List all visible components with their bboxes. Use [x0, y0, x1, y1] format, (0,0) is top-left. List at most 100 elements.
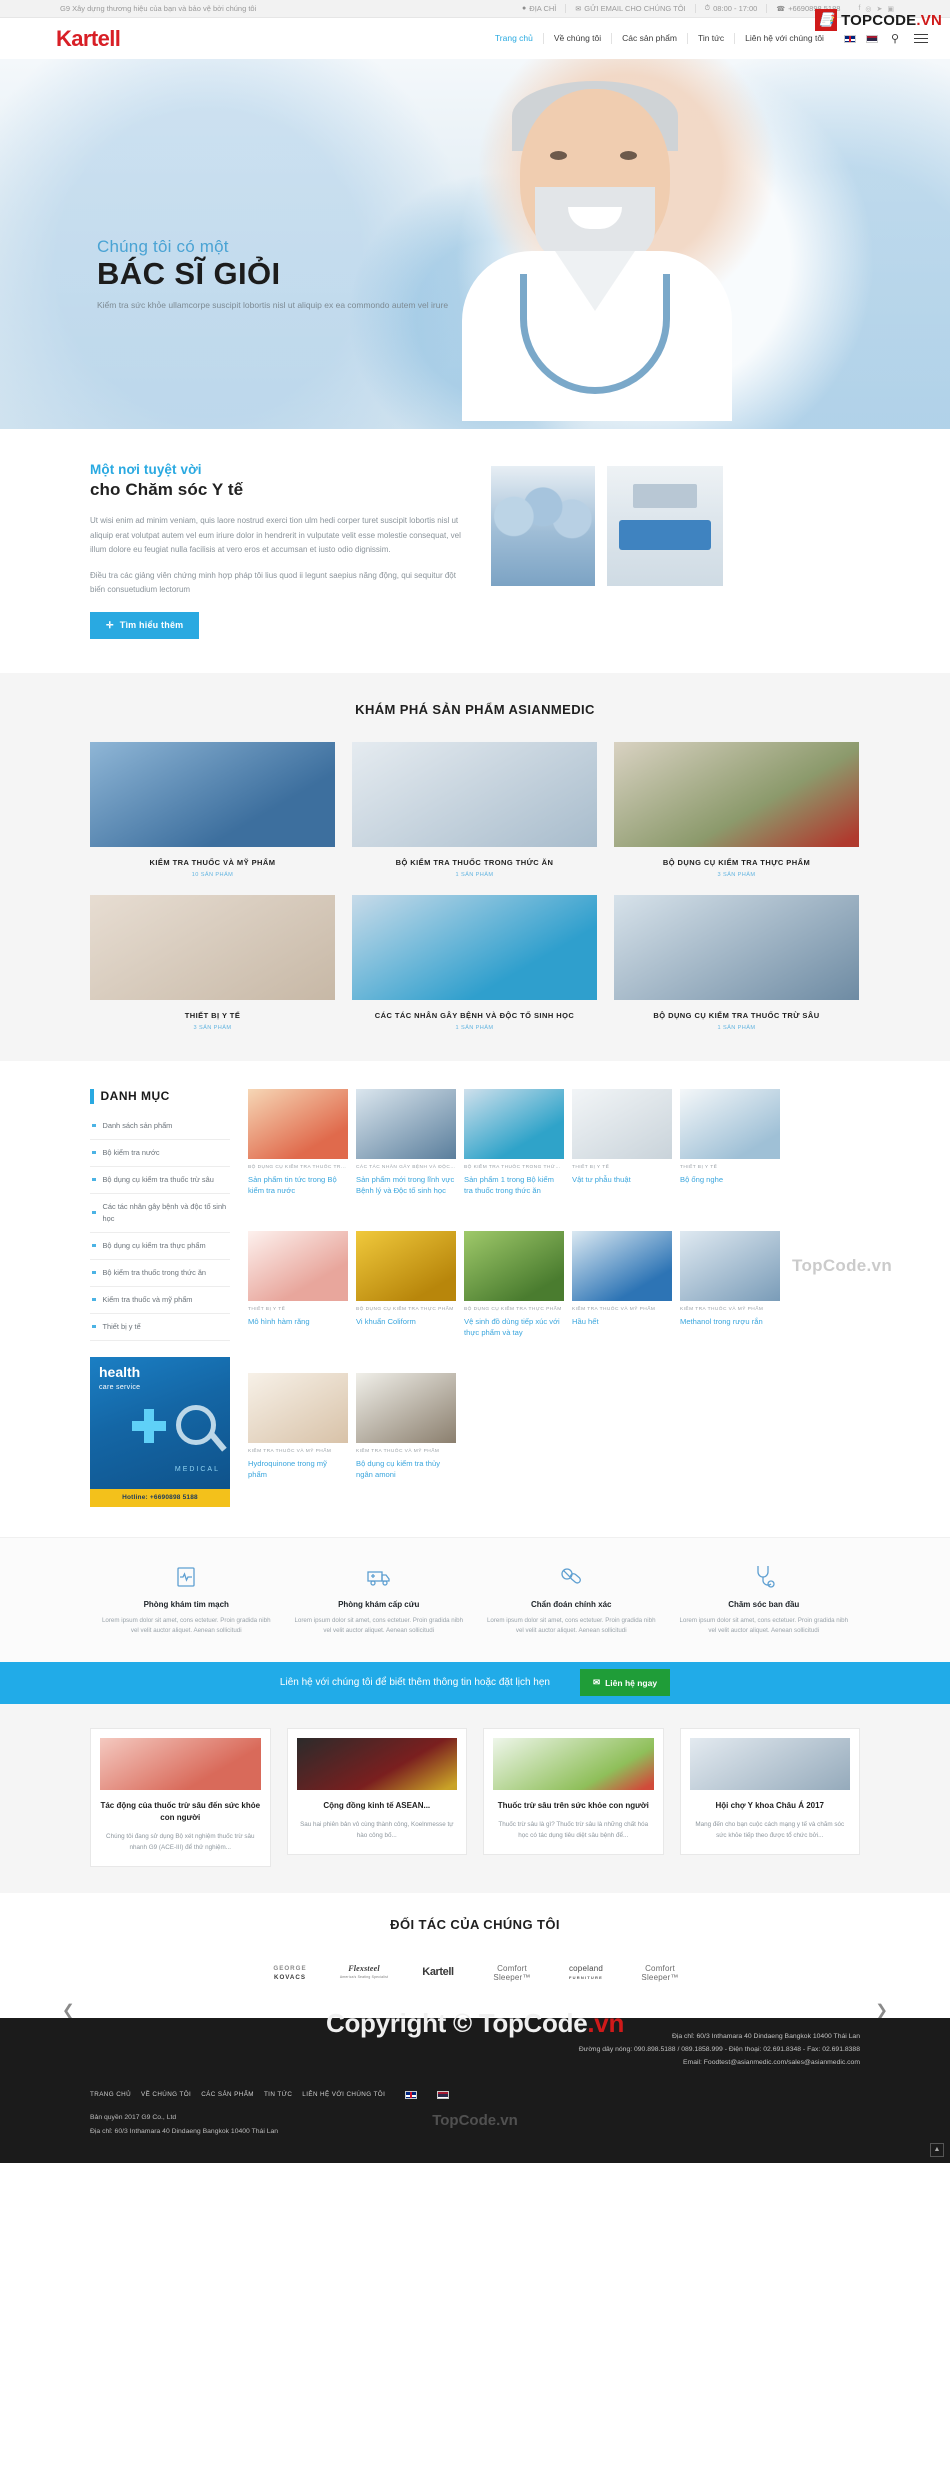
footer-nav-about[interactable]: VỀ CHÚNG TÔI — [141, 2091, 191, 2098]
language-flag-th-icon[interactable] — [437, 2090, 450, 2099]
partner-logo-comfort-sleeper[interactable]: Comfort Sleeper™ — [481, 1953, 543, 1992]
category-card[interactable]: BỘ DỤNG CỤ KIỂM TRA THUỐC TRỪ SÂU 1 SẢN … — [614, 894, 859, 1031]
contact-now-button[interactable]: ✉ Liên hệ ngay — [579, 1669, 671, 1696]
category-thumbnail — [614, 894, 859, 1000]
product-card[interactable]: THIẾT BỊ Y TẾ Bộ ống nghe — [680, 1088, 780, 1223]
sidebar-item-drug-cosmetics[interactable]: Kiểm tra thuốc và mỹ phẩm — [90, 1287, 230, 1314]
hero-kicker: Chúng tôi có một — [97, 237, 229, 256]
partner-logo-line2: America's Seating Specialist — [339, 1974, 389, 1979]
product-card[interactable]: THIẾT BỊ Y TẾ Vật tư phẫu thuật — [572, 1088, 672, 1223]
hero-text-block: Chúng tôi có một BÁC SĨ GIỎI Kiểm tra sứ… — [97, 237, 517, 313]
product-name[interactable]: Bộ dụng cụ kiểm tra thủy ngân amoni — [356, 1458, 456, 1480]
news-card[interactable]: Cộng đồng kinh tế ASEAN... Sau hai phiên… — [286, 1727, 467, 1855]
scroll-to-top-button[interactable]: ▲ — [930, 2142, 944, 2157]
product-card[interactable]: THIẾT BỊ Y TẾ Mô hình hàm răng — [248, 1230, 348, 1365]
partners-section: ĐỐI TÁC CỦA CHÚNG TÔI ❮ ❯ GEORGE KOVACS … — [0, 1892, 950, 2019]
language-flag-en-icon[interactable] — [843, 34, 856, 43]
site-logo[interactable]: Kartell — [56, 26, 121, 52]
product-card[interactable]: KIỂM TRA THUỐC VÀ MỸ PHẨM Hầu hết — [572, 1230, 672, 1365]
sidebar-item-label: Các tác nhân gây bệnh và độc tố sinh học — [102, 1201, 227, 1223]
partner-logo-line1: Comfort — [497, 1963, 527, 1973]
language-flag-en-icon[interactable] — [405, 2090, 418, 2099]
search-icon[interactable]: ⚲ — [891, 32, 899, 45]
product-card[interactable]: BỘ DỤNG CỤ KIỂM TRA THUỐC TR... Sản phẩm… — [248, 1088, 348, 1223]
category-card[interactable]: CÁC TÁC NHÂN GÂY BỆNH VÀ ĐỘC TỐ SINH HỌC… — [352, 894, 597, 1031]
product-card[interactable]: KIỂM TRA THUỐC VÀ MỸ PHẨM Methanol trong… — [680, 1230, 780, 1365]
partner-logo-line1: copeland — [568, 1963, 604, 1973]
partner-logo-george-kovacs[interactable]: GEORGE KOVACS — [259, 1953, 321, 1992]
category-thumbnail — [90, 894, 335, 1000]
news-title[interactable]: Hội chợ Y khoa Châu Á 2017 — [690, 1800, 851, 1812]
partner-logo-comfort-sleeper-2[interactable]: Comfort Sleeper™ — [629, 1953, 691, 1992]
product-card[interactable]: BỘ DỤNG CỤ KIỂM TRA THỰC PHẨM Vi khuẩn C… — [356, 1230, 456, 1365]
partner-logo-kartell[interactable]: Kartell — [407, 1953, 469, 1992]
product-card[interactable]: KIỂM TRA THUỐC VÀ MỸ PHẨM Hydroquinone t… — [248, 1372, 348, 1507]
learn-more-button[interactable]: ✛ Tìm hiểu thêm — [90, 611, 200, 639]
product-name[interactable]: Sản phẩm 1 trong Bộ kiểm tra thuốc trong… — [464, 1174, 564, 1196]
category-card[interactable]: KIỂM TRA THUỐC VÀ MỸ PHẨM 10 SẢN PHẨM — [90, 741, 335, 878]
nav-item-home[interactable]: Trang chủ — [485, 33, 543, 44]
product-name[interactable]: Methanol trong rượu rắn — [680, 1316, 780, 1327]
product-name[interactable]: Hầu hết — [572, 1316, 672, 1327]
category-name: KIỂM TRA THUỐC VÀ MỸ PHẨM — [149, 857, 276, 867]
bullet-icon — [92, 1324, 96, 1329]
product-name[interactable]: Sản phẩm mới trong lĩnh vực Bệnh lý và Đ… — [356, 1174, 456, 1196]
product-name[interactable]: Vệ sinh đồ dùng tiếp xúc với thực phẩm v… — [464, 1316, 564, 1338]
envelope-icon: ✉ — [592, 1677, 601, 1687]
partner-logo-flexsteel[interactable]: Flexsteel America's Seating Specialist — [333, 1953, 395, 1992]
footer-contact-block: Địa chỉ: 60/3 Inthamara 40 Dindaeng Bang… — [90, 2030, 860, 2069]
product-name[interactable]: Bộ ống nghe — [680, 1174, 780, 1185]
product-name[interactable]: Vi khuẩn Coliform — [356, 1316, 456, 1327]
nav-item-news[interactable]: Tin tức — [686, 33, 734, 44]
news-card[interactable]: Tác động của thuốc trừ sâu đến sức khỏe … — [90, 1727, 271, 1867]
product-card[interactable]: BỘ KIỂM TRA THUỐC TRONG THỨC... Sản phẩm… — [464, 1088, 564, 1223]
nav-item-contact[interactable]: Liên hệ với chúng tôi — [734, 33, 834, 44]
accent-bar-icon — [90, 1088, 94, 1104]
sidebar-item-drug-in-food[interactable]: Bộ kiểm tra thuốc trong thức ăn — [90, 1260, 230, 1287]
product-name[interactable]: Vật tư phẫu thuật — [572, 1174, 672, 1185]
news-card[interactable]: Hội chợ Y khoa Châu Á 2017 Mang đến cho … — [679, 1727, 860, 1855]
footer-nav-news[interactable]: TIN TỨC — [264, 2091, 292, 2098]
news-title[interactable]: Thuốc trừ sâu trên sức khỏe con người — [493, 1800, 654, 1812]
topbar-address[interactable]: ● ĐỊA CHỈ — [513, 4, 565, 13]
partners-title: ĐỐI TÁC CỦA CHÚNG TÔI — [390, 1916, 560, 1932]
chevron-right-icon[interactable]: ❯ — [875, 2001, 888, 2019]
partner-logo-copeland[interactable]: copeland FURNITURE — [555, 1953, 617, 1992]
product-thumbnail — [464, 1088, 564, 1159]
footer-nav-home[interactable]: TRANG CHỦ — [90, 2091, 131, 2098]
product-card[interactable]: CÁC TÁC NHÂN GÂY BỆNH VÀ ĐỘC ... Sản phẩ… — [356, 1088, 456, 1223]
product-card[interactable]: BỘ DỤNG CỤ KIỂM TRA THỰC PHẨM Vệ sinh đồ… — [464, 1230, 564, 1365]
language-flag-th-icon[interactable] — [865, 34, 878, 43]
footer-copyright: Bản quyền 2017 G9 Co., Ltd — [90, 2113, 177, 2121]
sidebar-item-medical-equipment[interactable]: Thiết bị y tế — [90, 1314, 230, 1341]
news-thumbnail — [100, 1737, 261, 1790]
category-card[interactable]: BỘ DỤNG CỤ KIỂM TRA THỰC PHẨM 3 SẢN PHẨM — [614, 741, 859, 878]
news-card[interactable]: Thuốc trừ sâu trên sức khỏe con người Th… — [483, 1727, 664, 1855]
sidebar-item-label: Bộ dụng cụ kiểm tra thuốc trừ sâu — [102, 1174, 214, 1184]
footer-nav-contact[interactable]: LIÊN HỆ VỚI CHÚNG TÔI — [302, 2091, 385, 2098]
chevron-left-icon[interactable]: ❮ — [62, 2001, 75, 2019]
sidebar-item-all[interactable]: Danh sách sản phẩm — [90, 1113, 230, 1140]
product-name[interactable]: Mô hình hàm răng — [248, 1316, 348, 1327]
product-name[interactable]: Hydroquinone trong mỹ phẩm — [248, 1458, 348, 1480]
topcode-watermark-badge: 📑 TOPCODE.VN — [815, 9, 942, 31]
nav-item-products[interactable]: Các sản phẩm — [611, 33, 687, 44]
sidebar-item-food-kit[interactable]: Bộ dụng cụ kiểm tra thực phẩm — [90, 1233, 230, 1260]
hamburger-icon[interactable] — [914, 33, 928, 44]
partner-logo-line2: FURNITURE — [569, 1974, 603, 1980]
topbar-email[interactable]: ✉ GỬI EMAIL CHO CHÚNG TÔI — [565, 4, 694, 13]
product-name[interactable]: Sản phẩm tin tức trong Bộ kiểm tra nước — [248, 1174, 348, 1196]
category-card[interactable]: THIẾT BỊ Y TẾ 3 SẢN PHẨM — [90, 894, 335, 1031]
product-card[interactable]: KIỂM TRA THUỐC VÀ MỸ PHẨM Bộ dụng cụ kiể… — [356, 1372, 456, 1507]
sidebar-item-pathogens[interactable]: Các tác nhân gây bệnh và độc tố sinh học — [90, 1194, 230, 1233]
category-card[interactable]: BỘ KIỂM TRA THUỐC TRONG THỨC ĂN 1 SẢN PH… — [352, 741, 597, 878]
news-title[interactable]: Tác động của thuốc trừ sâu đến sức khỏe … — [100, 1800, 261, 1824]
promo-banner[interactable]: health care service MEDICAL Hotline: +66… — [90, 1356, 230, 1507]
news-title[interactable]: Cộng đồng kinh tế ASEAN... — [297, 1800, 458, 1812]
sidebar-item-pesticide-kit[interactable]: Bộ dụng cụ kiểm tra thuốc trừ sâu — [90, 1167, 230, 1194]
category-name: BỘ KIỂM TRA THUỐC TRONG THỨC ĂN — [395, 857, 554, 867]
sidebar-item-water-test[interactable]: Bộ kiểm tra nước — [90, 1140, 230, 1167]
nav-item-about[interactable]: Về chúng tôi — [542, 33, 611, 44]
category-thumbnail — [614, 741, 859, 847]
footer-nav-products[interactable]: CÁC SẢN PHẨM — [201, 2091, 254, 2098]
